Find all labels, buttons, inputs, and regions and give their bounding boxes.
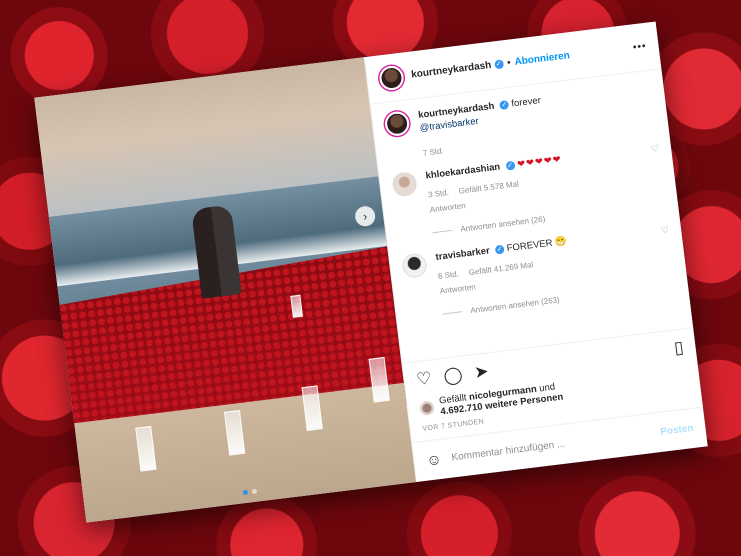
- replies-divider: [442, 311, 463, 315]
- more-options-icon[interactable]: •••: [632, 41, 647, 54]
- replies-divider: [432, 229, 453, 234]
- follow-button[interactable]: Abonnieren: [514, 50, 570, 68]
- comment-time: 3 Std.: [427, 187, 450, 200]
- emoji-icon[interactable]: ☺: [425, 451, 442, 470]
- carousel-dot-active: [242, 489, 249, 496]
- like-heart-icon[interactable]: ♡: [415, 368, 433, 390]
- post-comment-button[interactable]: Posten: [660, 423, 694, 438]
- reply-button[interactable]: Antworten: [429, 199, 466, 216]
- view-replies-label[interactable]: Antworten ansehen (263): [470, 293, 561, 317]
- post-side-panel: kourtneykardash ✓ • Abonnieren ••• kourt…: [363, 21, 708, 483]
- verified-badge-icon: ✓: [494, 244, 505, 255]
- verified-badge-icon: ✓: [505, 160, 516, 171]
- author-username[interactable]: kourtneykardash: [411, 60, 492, 81]
- comment-like-heart-icon[interactable]: ♡: [650, 143, 659, 155]
- comment-like-heart-icon[interactable]: ♡: [660, 224, 669, 236]
- comment-avatar[interactable]: [391, 170, 418, 198]
- author-avatar[interactable]: [378, 64, 405, 91]
- comment-time: 6 Std.: [437, 269, 460, 281]
- bookmark-icon[interactable]: ▯: [673, 338, 685, 359]
- verified-badge-icon: ✓: [493, 59, 504, 70]
- caption-avatar[interactable]: [383, 110, 411, 138]
- comment-avatar[interactable]: [401, 252, 428, 280]
- share-send-icon[interactable]: ➤: [473, 361, 490, 383]
- header-separator: •: [506, 57, 512, 69]
- comment-text: ❤❤❤❤❤: [516, 153, 563, 171]
- reply-button[interactable]: Antworten: [439, 280, 476, 297]
- comment-username[interactable]: khloekardashian: [425, 162, 501, 182]
- post-photo[interactable]: ›: [34, 57, 416, 523]
- comments-section: kourtneykardash ✓ forever @travisbarker …: [371, 69, 694, 363]
- comment-bubble-icon[interactable]: ◯: [442, 365, 463, 387]
- caption-text: forever: [510, 95, 542, 110]
- verified-badge-icon: ✓: [499, 99, 510, 111]
- carousel-dot: [251, 488, 258, 495]
- instagram-post-card: › kourtneykardash ✓ • Abonnieren ••• kou…: [34, 21, 708, 523]
- comment-username[interactable]: travisbarker: [435, 245, 490, 263]
- comment-text: FOREVER 😁: [506, 235, 568, 255]
- caption-time: 7 Std.: [422, 146, 445, 158]
- view-replies-label[interactable]: Antworten ansehen (26): [460, 212, 546, 235]
- liker-avatar[interactable]: [419, 400, 435, 416]
